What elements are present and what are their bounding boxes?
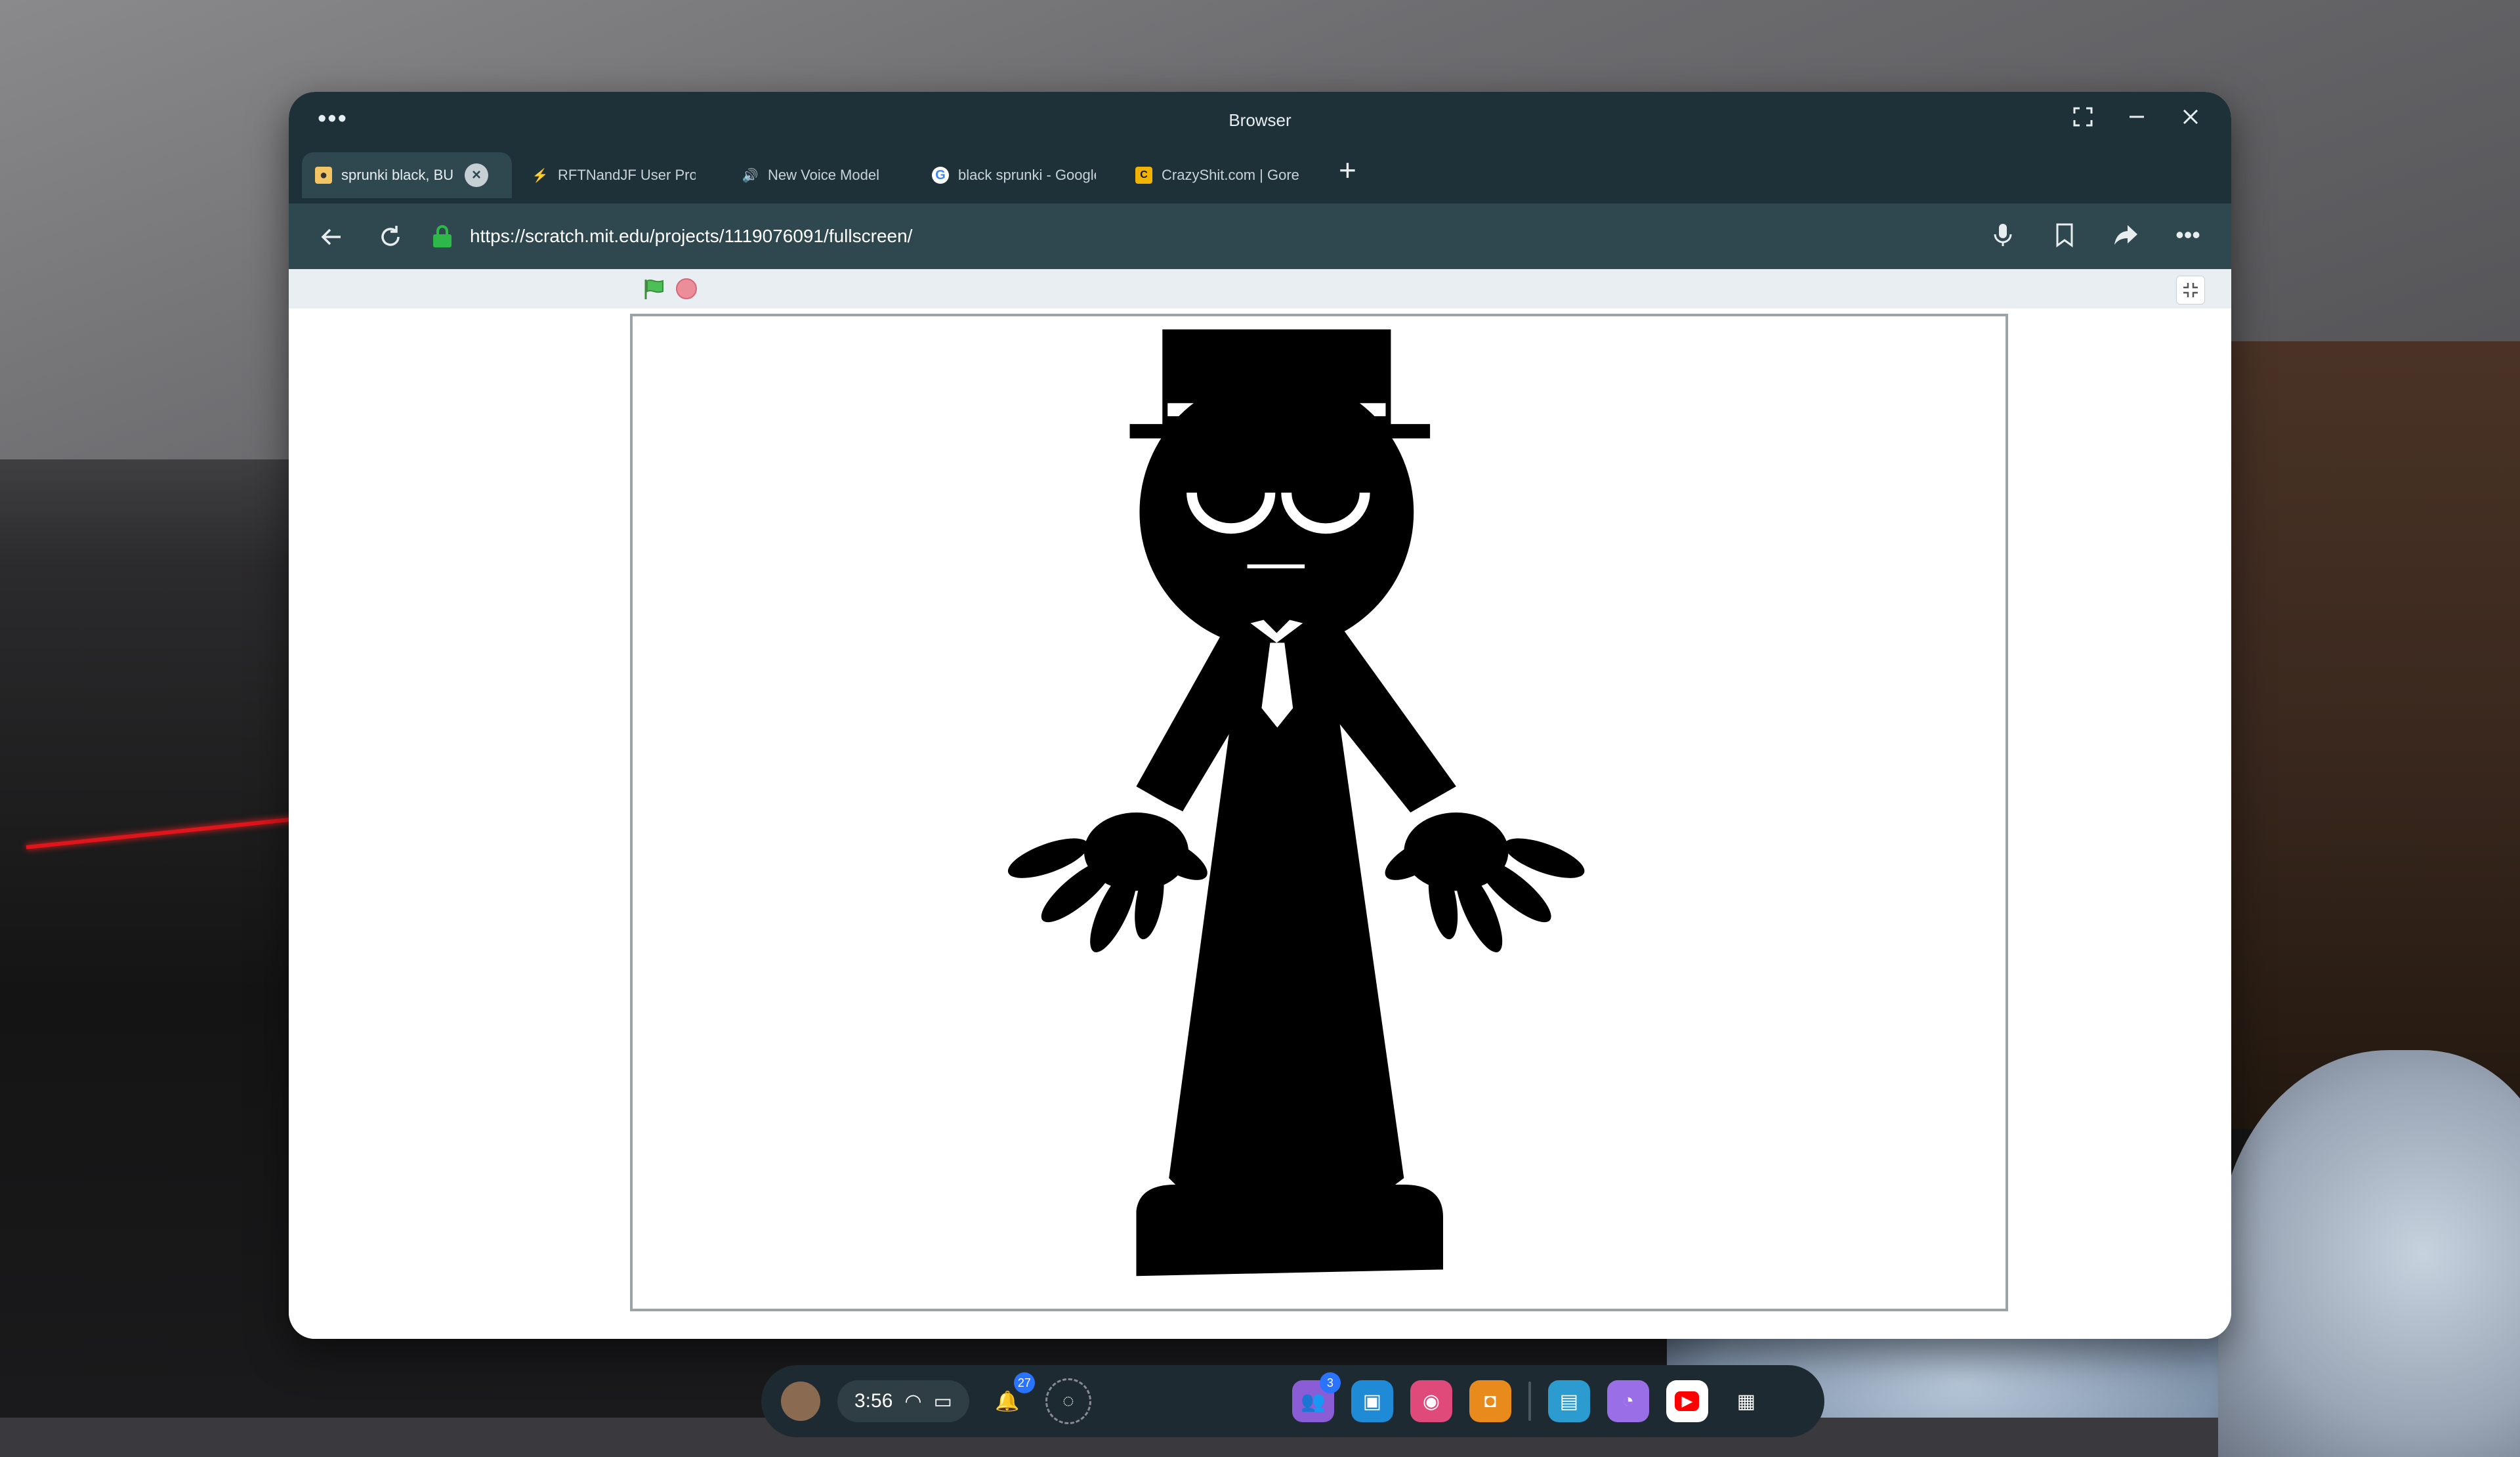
collapse-icon	[2183, 283, 2198, 297]
rftn-icon: ⚡	[532, 168, 549, 183]
tab-new-voice-model[interactable]: 🔊 New Voice Model	[728, 152, 925, 198]
more-options-button[interactable]: •••	[2171, 218, 2205, 252]
scratch-player-controls	[289, 269, 2231, 308]
camera-app-button[interactable]: ◉	[1410, 1380, 1452, 1422]
bookmark-icon	[2056, 223, 2073, 247]
bell-icon: 🔔	[995, 1390, 1020, 1412]
room-red-light	[26, 816, 301, 849]
address-bar: https://scratch.mit.edu/projects/1119076…	[289, 203, 2231, 269]
tab-label: CrazyShit.com | Gore fet	[1162, 167, 1299, 183]
right-hand	[1385, 813, 1585, 952]
green-flag-icon[interactable]	[643, 278, 667, 301]
voice-search-button[interactable]	[1986, 218, 2020, 252]
back-button[interactable]	[315, 221, 348, 253]
back-arrow-icon	[321, 228, 341, 245]
new-tab-button[interactable]: +	[1339, 152, 1356, 188]
bookmark-button[interactable]	[2048, 218, 2082, 252]
minimize-button[interactable]	[2122, 102, 2151, 131]
tab-label: black sprunki - Google Se	[958, 167, 1096, 183]
reload-button[interactable]	[374, 221, 407, 253]
url-field[interactable]: https://scratch.mit.edu/projects/1119076…	[433, 215, 1877, 257]
microphone-icon	[1994, 224, 2012, 246]
youtube-app-button[interactable]: ▶	[1666, 1380, 1708, 1422]
notifications-button[interactable]: 🔔 27	[986, 1372, 1035, 1422]
status-pill[interactable]: 3:56 ◠ ▭	[837, 1380, 969, 1422]
clock-time: 3:56	[854, 1390, 893, 1412]
expand-icon	[2073, 107, 2093, 127]
tab-label: RFTNandJF User Profile	[558, 167, 696, 183]
wifi-icon: ◠	[904, 1390, 922, 1412]
shopping-bag-icon: ◘	[1484, 1390, 1496, 1412]
window-controls	[2068, 102, 2205, 131]
address-actions: •••	[1986, 218, 2205, 252]
page-content	[289, 269, 2231, 1339]
crazyshit-icon: C	[1135, 167, 1152, 184]
url-text[interactable]: https://scratch.mit.edu/projects/1119076…	[470, 226, 912, 247]
grid-icon: ▦	[1736, 1390, 1756, 1412]
more-dots-icon: •••	[2175, 221, 2200, 248]
dock-divider	[1528, 1382, 1531, 1421]
close-icon	[2183, 109, 2198, 125]
files-app-button[interactable]: ▤	[1547, 1380, 1590, 1422]
sprunki-black-character	[1007, 329, 1585, 1277]
mouth	[1247, 564, 1305, 568]
close-tab-icon[interactable]: ×	[465, 163, 488, 187]
folder-icon: ▤	[1559, 1390, 1579, 1412]
tab-rftnandjf[interactable]: ⚡ RFTNandJF User Profile	[518, 152, 715, 198]
scratch-stage[interactable]	[630, 314, 2008, 1311]
share-arrow-icon	[2114, 225, 2137, 245]
camera-icon: ◉	[1422, 1390, 1440, 1412]
assistant-app-button[interactable]: ◔	[1606, 1380, 1649, 1422]
tab-crazyshit[interactable]: C CrazyShit.com | Gore fet	[1122, 152, 1319, 198]
head	[1139, 375, 1414, 650]
minimize-icon	[2130, 116, 2144, 118]
store-app-button[interactable]: ▣	[1351, 1380, 1393, 1422]
speaker-icon: 🔊	[742, 168, 759, 183]
notification-badge: 27	[1013, 1372, 1035, 1393]
settings-ring-icon: ◌	[1062, 1390, 1074, 1412]
google-icon: G	[932, 167, 949, 184]
stop-button[interactable]	[676, 278, 697, 299]
people-badge: 3	[1319, 1372, 1341, 1393]
feet	[1136, 1185, 1443, 1277]
scratch-cat-icon: ●	[315, 167, 332, 184]
people-app-button[interactable]: 👥 3	[1292, 1372, 1341, 1422]
title-bar: ••• Browser	[289, 92, 2231, 146]
share-button[interactable]	[2109, 218, 2143, 252]
system-dock: 3:56 ◠ ▭ 🔔 27 ◌ 👥 3 ▣ ◉ ◘ ▤ ◔ ▶ ▦	[761, 1365, 1824, 1437]
lock-icon	[433, 225, 452, 247]
youtube-icon: ▶	[1675, 1391, 1700, 1411]
shop-app-button[interactable]: ◘	[1469, 1380, 1511, 1422]
reload-icon	[381, 226, 400, 246]
window-title: Browser	[1228, 110, 1292, 130]
tab-sprunki-black[interactable]: ● sprunki black, BU ×	[302, 152, 512, 198]
assistant-icon: ◔	[1622, 1390, 1634, 1412]
tab-label: sprunki black, BU	[341, 167, 453, 183]
app-library-button[interactable]: ▦	[1725, 1380, 1767, 1422]
tab-strip: ● sprunki black, BU × ⚡ RFTNandJF User P…	[289, 146, 2231, 203]
people-icon: 👥	[1301, 1390, 1326, 1412]
exit-fullscreen-button[interactable]	[2176, 276, 2205, 305]
fullscreen-button[interactable]	[2068, 102, 2097, 131]
battery-icon: ▭	[933, 1390, 952, 1412]
tab-label: New Voice Model	[768, 167, 879, 183]
tab-google-search[interactable]: G black sprunki - Google Se	[919, 152, 1116, 198]
left-hand	[1007, 813, 1208, 952]
browser-window: ••• Browser ● sprunki black, BU × ⚡ RFTN…	[289, 92, 2231, 1339]
close-window-button[interactable]	[2176, 102, 2205, 131]
store-icon: ▣	[1362, 1390, 1382, 1412]
avatar[interactable]	[781, 1382, 820, 1421]
